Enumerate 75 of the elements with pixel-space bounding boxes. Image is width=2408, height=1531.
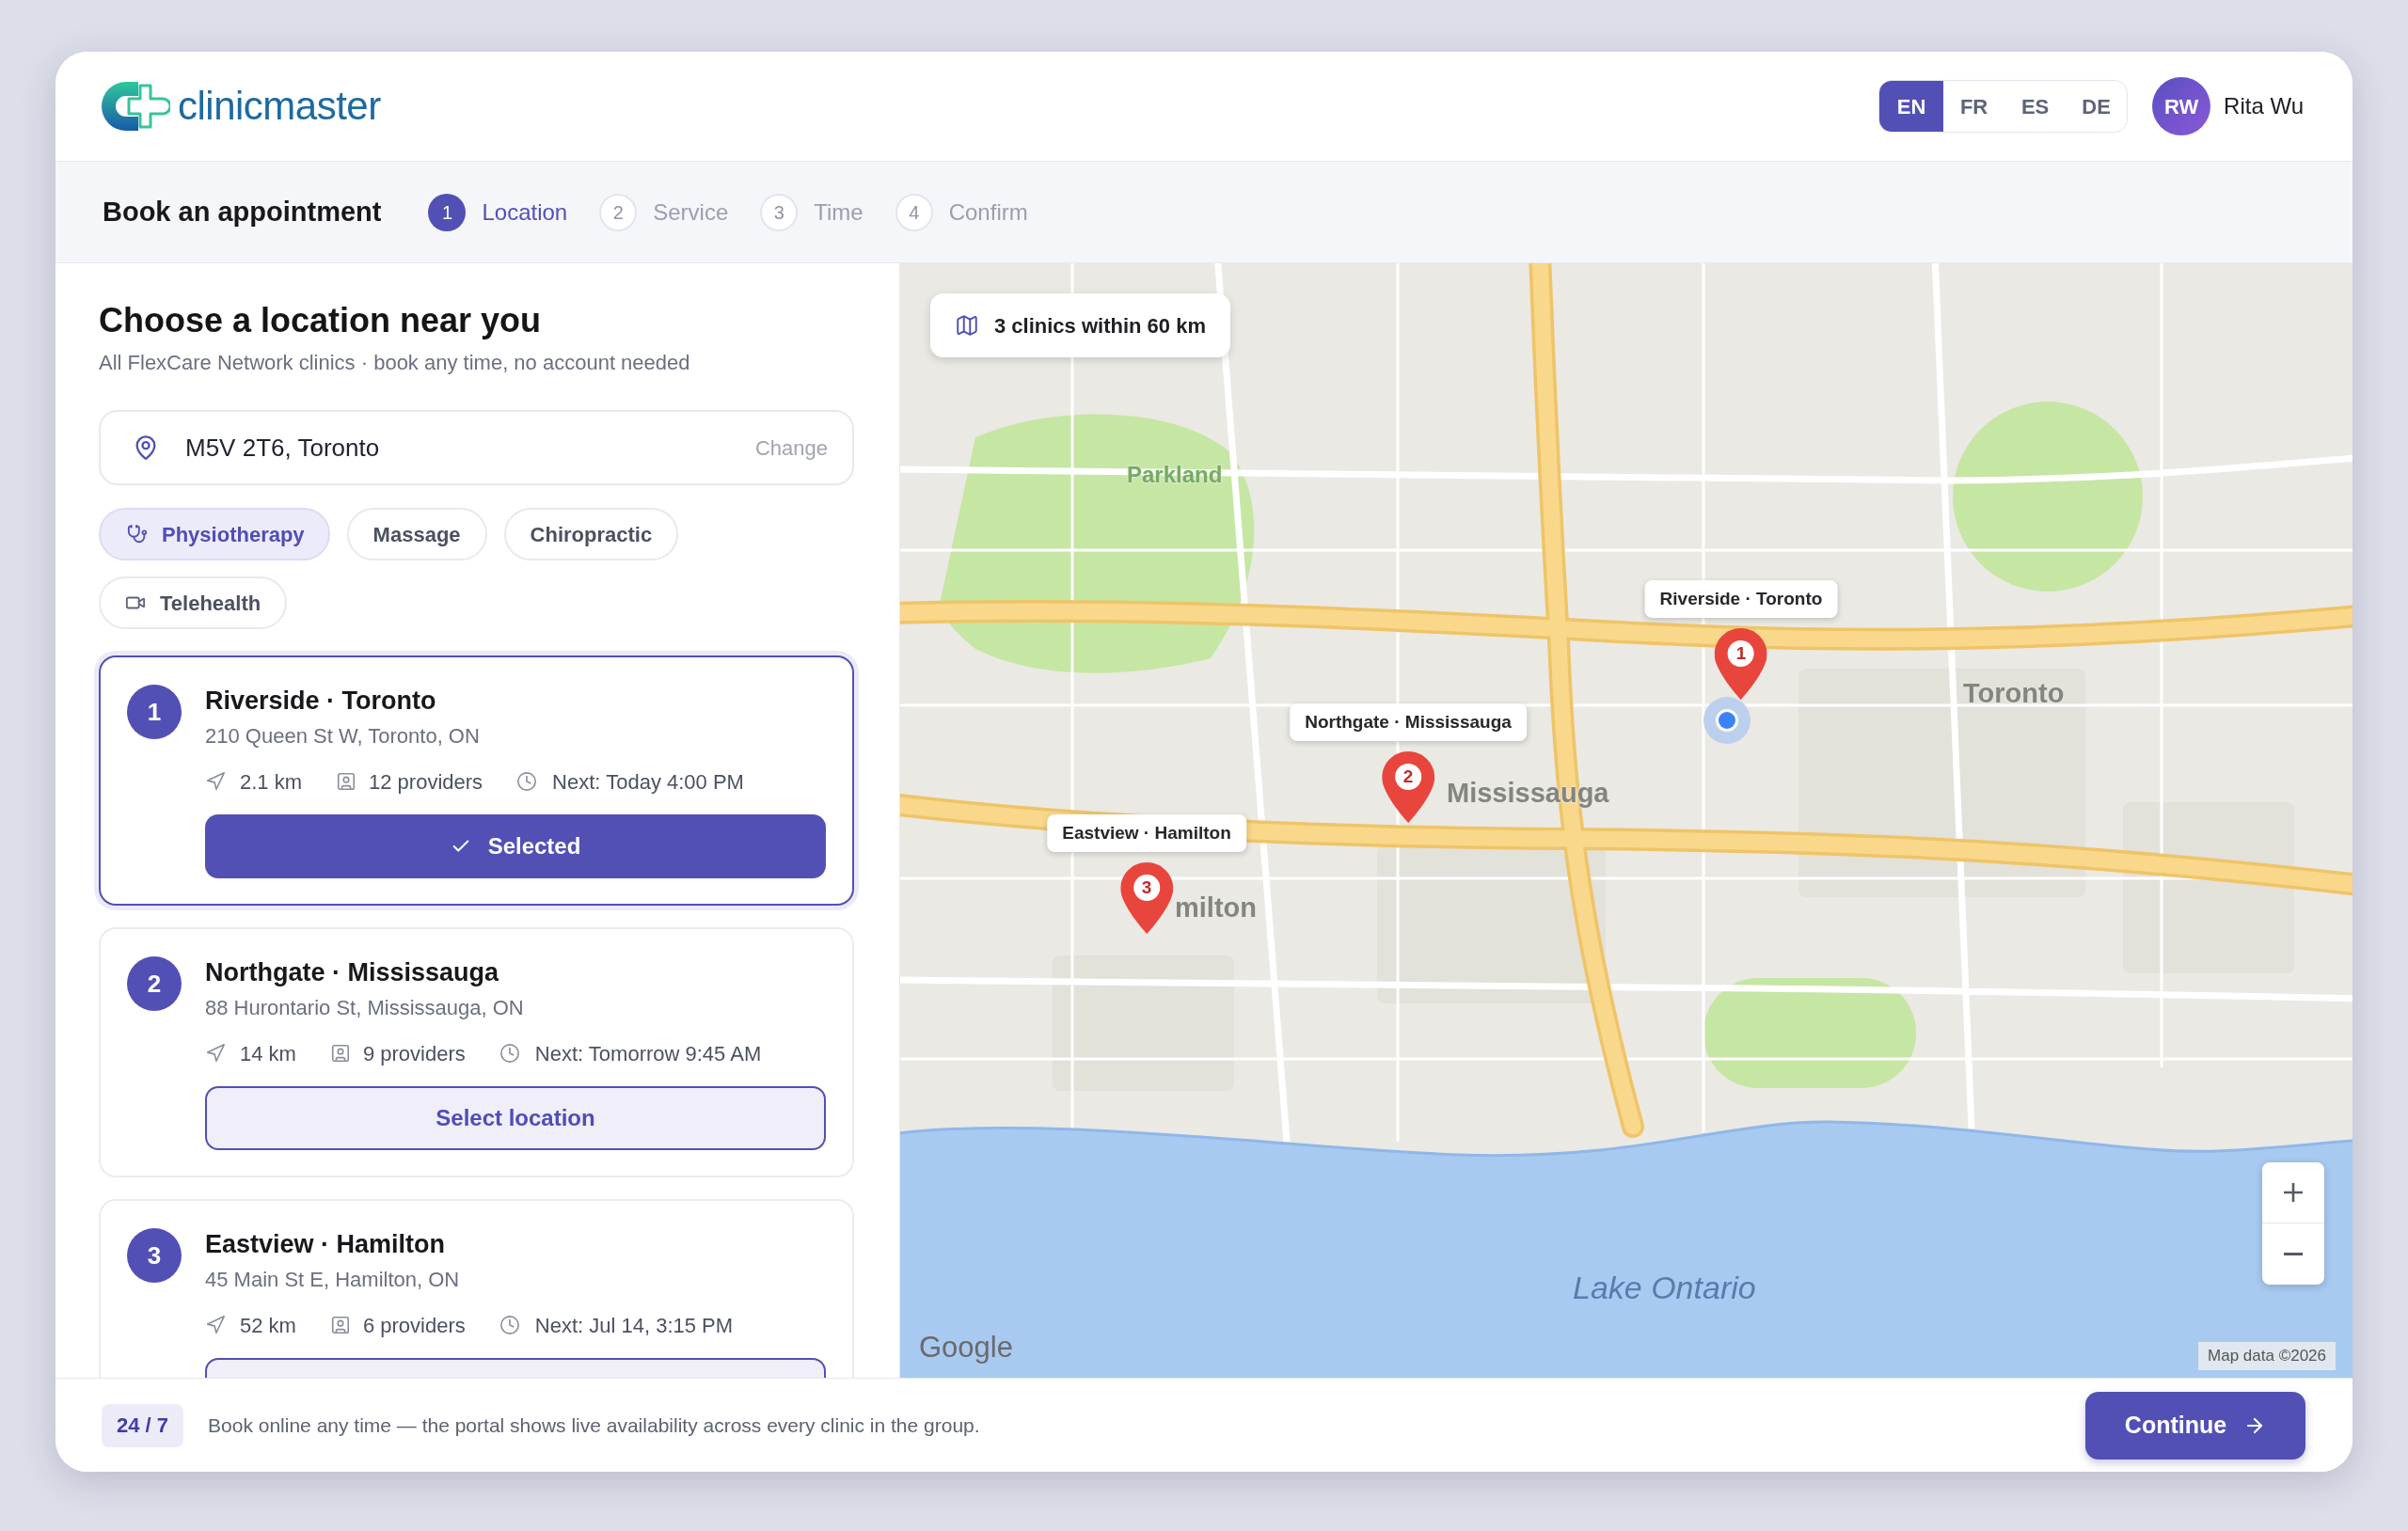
map-drawing[interactable] xyxy=(900,263,2353,1378)
selected-button[interactable]: Selected xyxy=(205,814,826,878)
providers-text: 9 providers xyxy=(362,1040,466,1067)
providers-text: 12 providers xyxy=(369,768,483,796)
section-subtitle: All FlexCare Network clinics · book any time, no account needed xyxy=(99,350,691,376)
clinic-name: Northgate · Mississauga xyxy=(205,957,500,988)
step-label: Service xyxy=(653,197,729,227)
user-avatar[interactable]: RW xyxy=(2152,77,2211,135)
user-square-icon xyxy=(329,1315,351,1335)
filter-chip[interactable]: Physiotherapy xyxy=(99,508,330,560)
step-label: Confirm xyxy=(948,197,1028,227)
language-tab[interactable]: EN xyxy=(1879,81,1944,132)
step-label: Location xyxy=(482,197,568,227)
next-slot-text: Next: Jul 14, 3:15 PM xyxy=(534,1312,734,1339)
map-place-label: Toronto xyxy=(1963,677,2065,709)
user-name: Rita Wu xyxy=(2224,92,2304,120)
marker-label: Northgate · Mississauga xyxy=(1290,703,1527,741)
location-value: M5V 2T6, Toronto xyxy=(185,432,380,464)
section-title: Choose a location near you xyxy=(99,301,543,340)
user-square-icon xyxy=(336,771,357,792)
clinic-address: 45 Main St E, Hamilton, ON xyxy=(205,1267,461,1293)
marker-label: Eastview · Hamilton xyxy=(1047,814,1246,852)
clinic-number: 3 xyxy=(127,1228,182,1283)
navigation-arrow-icon xyxy=(205,1043,226,1064)
map-provider-label: Google xyxy=(919,1330,1013,1365)
clinic-number: 2 xyxy=(127,956,182,1011)
availability-badge: 24 / 7 xyxy=(102,1403,184,1447)
filter-chip[interactable]: Massage xyxy=(346,508,487,560)
distance-text: 52 km xyxy=(240,1312,296,1339)
clinic-address: 88 Hurontario St, Mississauga, ON xyxy=(205,995,525,1021)
distance-text: 14 km xyxy=(240,1040,296,1067)
map-marker[interactable]: 2 xyxy=(1382,751,1434,823)
navigation-arrow-icon xyxy=(205,1315,226,1335)
footer-note: Book online any time — the portal shows live availability across every clinic in the group. xyxy=(208,1413,980,1438)
language-tab[interactable]: DE xyxy=(2066,81,2128,132)
clinic-address: 210 Queen St W, Toronto, ON xyxy=(205,723,481,750)
navigation-arrow-icon xyxy=(205,771,226,792)
marker-label: Riverside · Toronto xyxy=(1644,580,1838,618)
map-marker[interactable]: 1 xyxy=(1715,628,1767,700)
map-place-label: milton xyxy=(1175,892,1257,923)
clock-icon xyxy=(499,1043,520,1064)
step-number: 3 xyxy=(760,193,799,231)
filter-chip[interactable]: Chiropractic xyxy=(503,508,679,560)
filter-chip[interactable]: Telehealth xyxy=(99,576,288,629)
map-summary-text: 3 clinics within 60 km xyxy=(994,312,1206,339)
map-marker[interactable]: 3 xyxy=(1120,862,1173,934)
map-place-label: Lake Ontario xyxy=(1573,1271,1756,1303)
language-tab[interactable]: FR xyxy=(1943,81,2005,132)
clinic-name: Riverside · Toronto xyxy=(205,686,437,717)
map-icon xyxy=(955,313,979,338)
page-title: Book an appointment xyxy=(103,195,382,229)
clock-icon xyxy=(516,771,538,792)
map-data-attribution: Map data ©2026 xyxy=(2198,1342,2336,1370)
step-number: 4 xyxy=(895,193,933,231)
clock-icon xyxy=(499,1315,520,1335)
location-field[interactable]: M5V 2T6, Toronto Change xyxy=(99,410,854,485)
step-label: Time xyxy=(814,197,863,227)
clinic-number: 1 xyxy=(127,685,182,739)
step-number: 2 xyxy=(599,193,638,231)
distance-text: 2.1 km xyxy=(240,768,303,796)
select-location-button[interactable]: Select location xyxy=(205,1086,826,1150)
logo-text: clinicmaster xyxy=(178,87,381,126)
clinic-name: Eastview · Hamilton xyxy=(205,1229,447,1260)
minus-icon xyxy=(2284,1253,2303,1255)
logo-icon xyxy=(101,81,170,132)
plus-icon xyxy=(2284,1183,2303,1202)
continue-button[interactable]: Continue xyxy=(2085,1391,2305,1460)
user-square-icon xyxy=(329,1043,351,1064)
current-location-icon xyxy=(1703,697,1751,744)
next-slot-text: Next: Tomorrow 9:45 AM xyxy=(534,1040,762,1067)
language-tab[interactable]: ES xyxy=(2004,81,2067,132)
providers-text: 6 providers xyxy=(362,1312,466,1339)
stethoscope-icon xyxy=(127,524,148,545)
step-number: 1 xyxy=(428,193,467,231)
next-slot-text: Next: Today 4:00 PM xyxy=(552,768,744,796)
